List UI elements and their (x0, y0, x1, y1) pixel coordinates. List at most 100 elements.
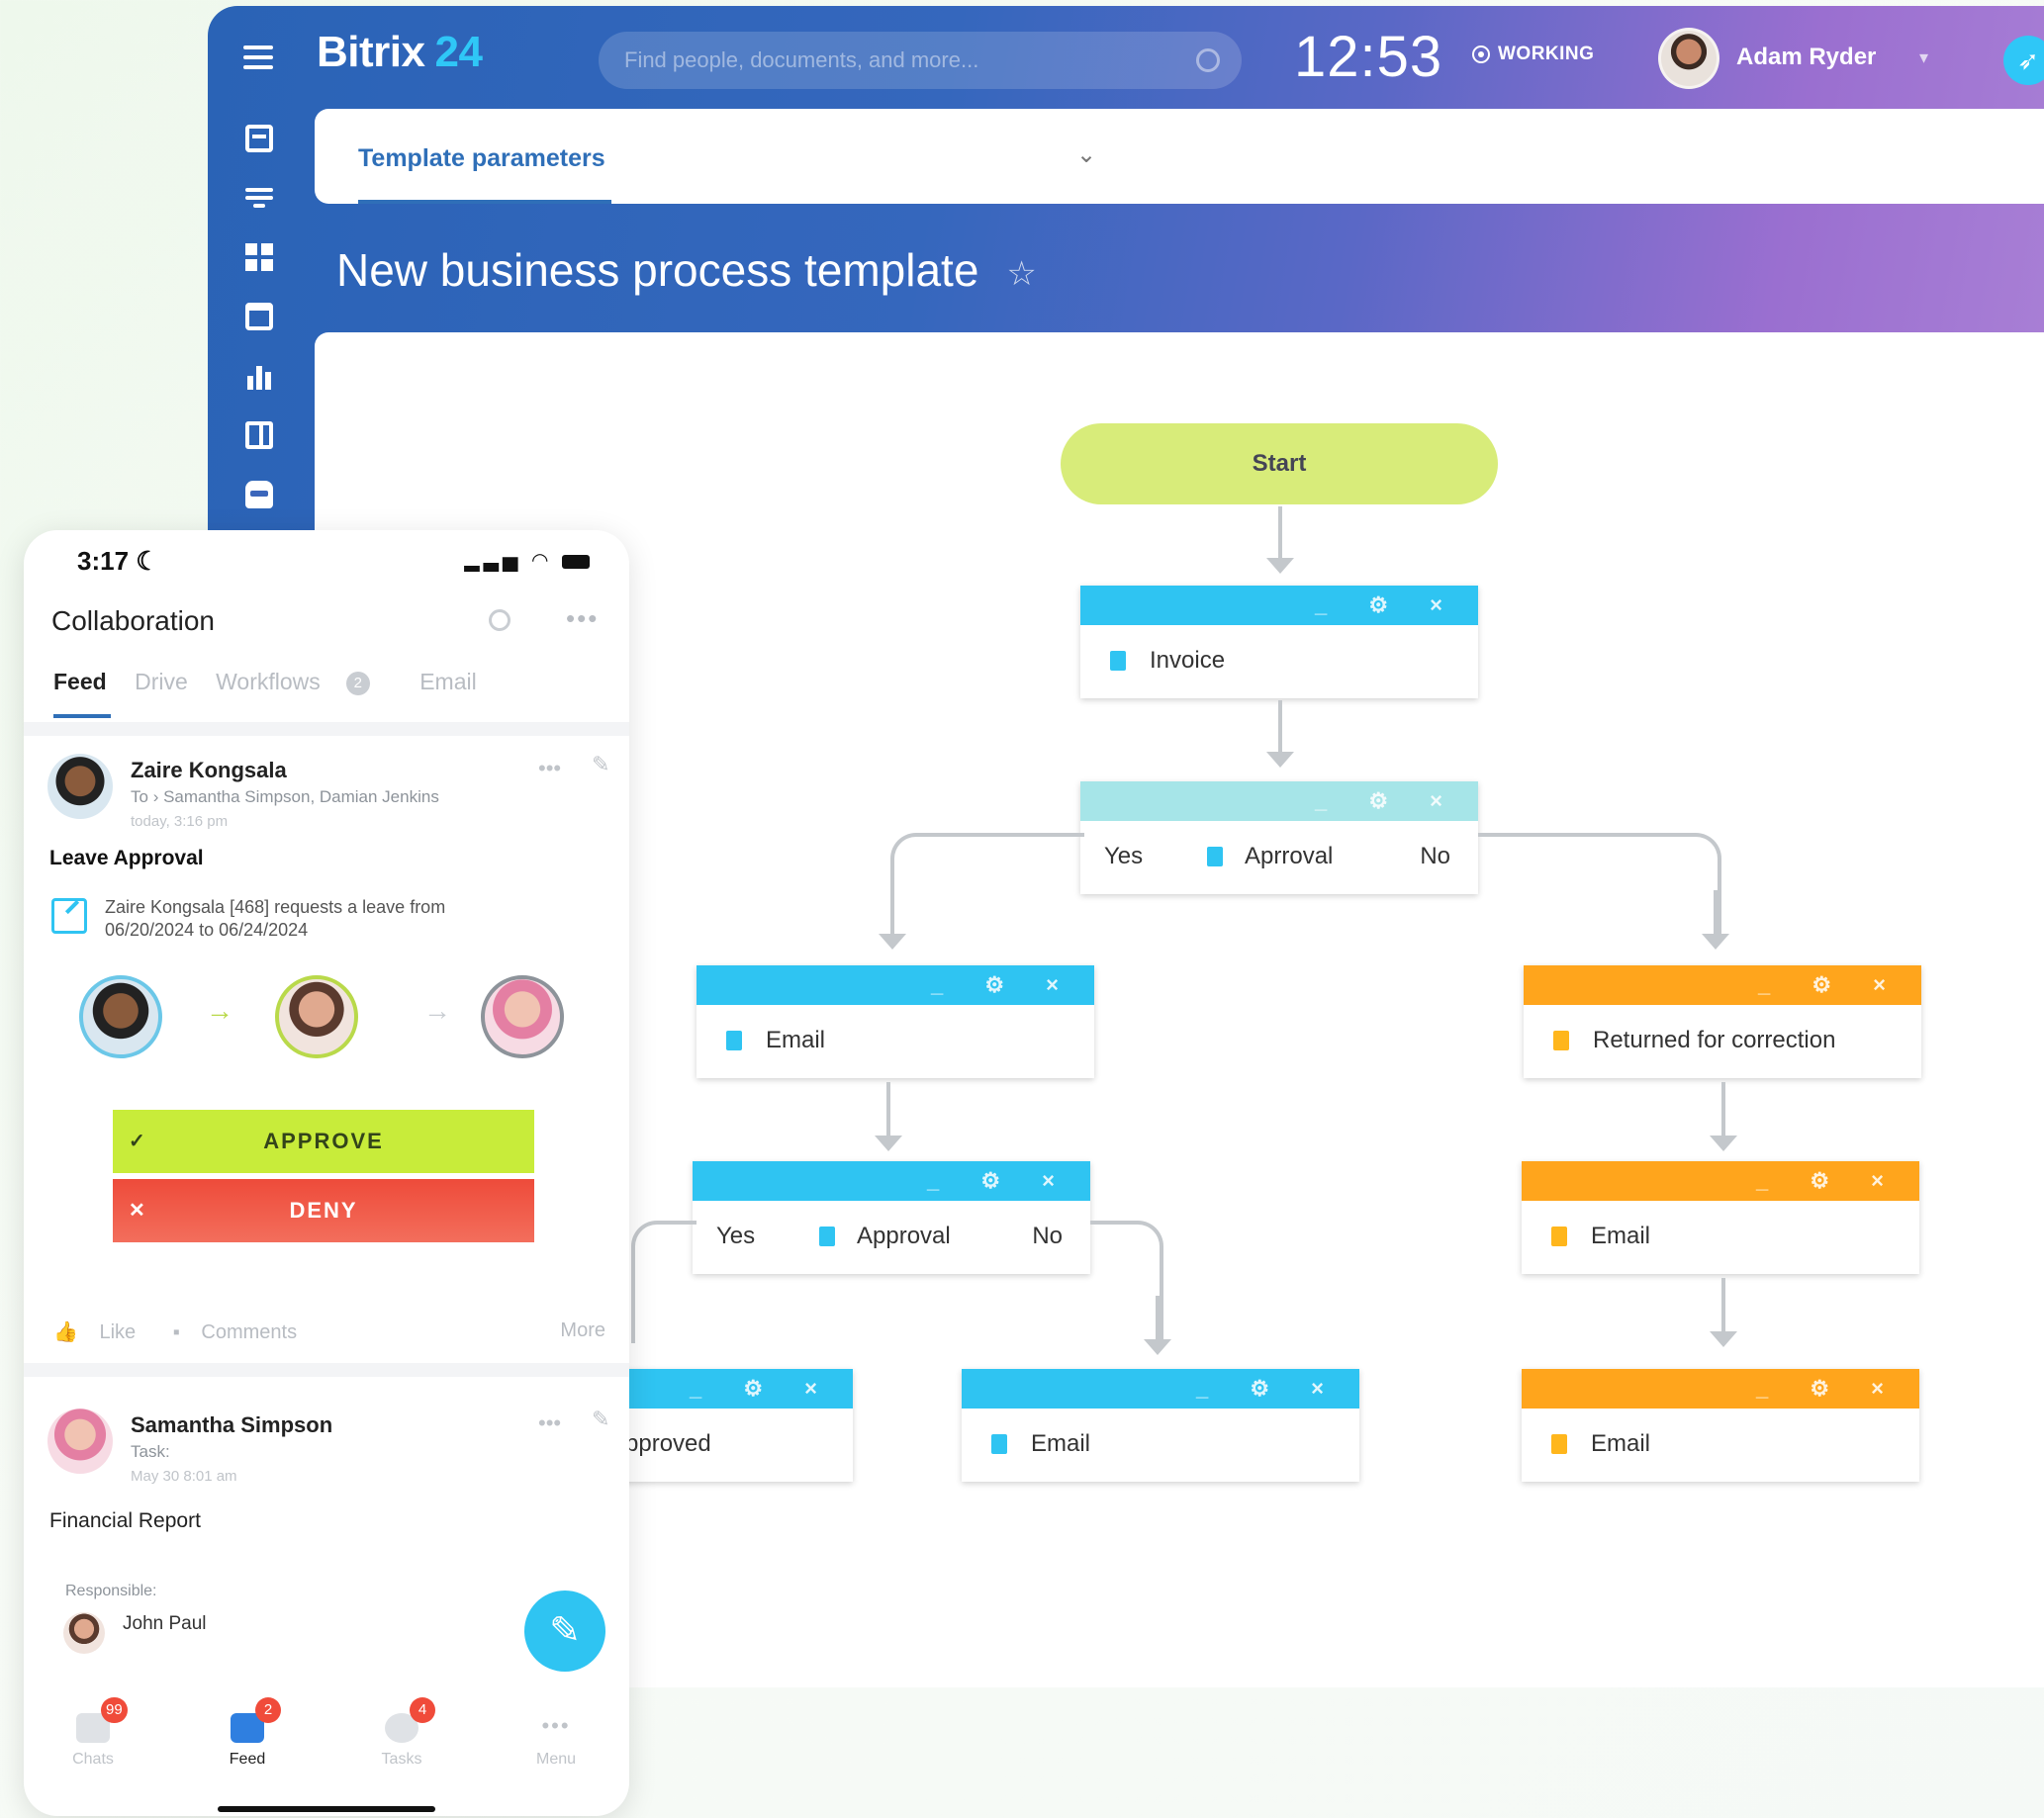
check-icon: ✓ (129, 1131, 147, 1152)
email-block-left[interactable]: _ ⚙ × Email (697, 965, 1094, 1078)
pin-icon[interactable]: ✎ (592, 1407, 609, 1432)
block-controls[interactable]: _ ⚙ × (690, 1376, 835, 1402)
block-label: Returned for correction (1593, 1027, 1836, 1053)
flow-arrow (1144, 1296, 1171, 1355)
signal-icon: ▂▃▅ (464, 550, 522, 572)
nav-chats[interactable]: 99 Chats (44, 1697, 142, 1769)
arrow-right-icon: → (423, 995, 451, 1026)
template-tab-bar: Template parameters ⌄ (315, 109, 2044, 204)
more-icon[interactable]: ••• (566, 603, 599, 634)
block-controls[interactable]: _ ⚙ × (1756, 1376, 1902, 1402)
brand-logo[interactable]: Bitrix 24 (317, 28, 483, 77)
block-label: pproved (625, 1430, 711, 1457)
nav-feed[interactable]: 2 Feed (198, 1697, 297, 1769)
returned-for-correction-block[interactable]: _ ⚙ × Returned for correction (1524, 965, 1921, 1078)
star-icon[interactable]: ☆ (1006, 255, 1036, 293)
tab-underline (358, 200, 611, 204)
block-controls[interactable]: _ ⚙ × (931, 972, 1076, 998)
flow-connector (1478, 833, 1721, 936)
document-icon (819, 1227, 835, 1246)
comment-icon: ▪ (172, 1321, 180, 1343)
block-controls[interactable]: _ ⚙ × (1756, 1168, 1902, 1194)
avatar[interactable] (47, 754, 113, 819)
pin-icon[interactable]: ✎ (592, 752, 609, 777)
tab-template-parameters[interactable]: Template parameters (358, 144, 605, 173)
approver-avatar[interactable] (79, 975, 162, 1058)
divider (24, 722, 629, 736)
avatar[interactable] (63, 1612, 105, 1654)
nav-label: Feed (229, 1751, 266, 1768)
tab-feed[interactable]: Feed (53, 669, 107, 694)
comments-button[interactable]: ▪ Comments (173, 1321, 313, 1343)
robot-icon[interactable] (245, 481, 273, 508)
compose-button[interactable]: ✎ (524, 1591, 605, 1672)
more-button[interactable]: More (560, 1319, 605, 1342)
block-controls[interactable]: _ ⚙ × (1758, 972, 1904, 998)
approval-condition-block-2[interactable]: _ ⚙ × Yes Approval No (693, 1161, 1090, 1274)
block-controls[interactable]: _ ⚙ × (1315, 592, 1460, 618)
nav-menu[interactable]: ••• Menu (507, 1713, 605, 1769)
phone-time: 3:17 ☾ (77, 546, 159, 577)
like-label: Like (99, 1321, 137, 1343)
menu-icon[interactable] (243, 45, 273, 69)
block-controls[interactable]: _ ⚙ × (1196, 1376, 1342, 1402)
post-recipients: To › Samantha Simpson, Damian Jenkins (131, 787, 439, 806)
clock[interactable]: 12:53 (1294, 24, 1442, 90)
recipients-names: Samantha Simpson, Damian Jenkins (163, 787, 439, 806)
flow-arrow (879, 890, 906, 950)
search-input[interactable]: Find people, documents, and more... (599, 32, 1242, 89)
block-controls[interactable]: _ ⚙ × (1315, 788, 1460, 814)
start-node[interactable]: Start (1061, 423, 1498, 504)
like-button[interactable]: 👍 Like (53, 1321, 151, 1343)
email-block-right-2[interactable]: _ ⚙ × Email (1522, 1369, 1919, 1482)
search-icon[interactable] (1196, 48, 1220, 72)
approve-label: APPROVE (263, 1129, 384, 1153)
tab-workflows[interactable]: Workflows 2 (216, 669, 392, 695)
chevron-down-icon[interactable]: ⌄ (1076, 140, 1096, 169)
responsible-name[interactable]: John Paul (123, 1612, 207, 1635)
nav-tasks[interactable]: 4 Tasks (352, 1697, 451, 1769)
brand-number: 24 (434, 28, 483, 76)
post-text-line-1: Zaire Kongsala [468] requests a leave fr… (105, 897, 446, 917)
tab-drive[interactable]: Drive (135, 669, 188, 694)
status-icons: ▂▃▅ ◠ (464, 548, 590, 573)
nav-label: Chats (72, 1751, 114, 1768)
email-block-middle[interactable]: _ ⚙ × Email (962, 1369, 1359, 1482)
approve-button[interactable]: ✓ APPROVE (113, 1110, 534, 1173)
post-author[interactable]: Samantha Simpson (131, 1412, 332, 1438)
post-author[interactable]: Zaire Kongsala (131, 758, 287, 783)
search-placeholder: Find people, documents, and more... (624, 47, 979, 72)
more-icon[interactable]: ••• (538, 756, 561, 781)
tab-email[interactable]: Email (419, 669, 477, 694)
chart-icon[interactable] (245, 362, 273, 390)
flow-connector (1090, 1221, 1163, 1343)
approver-avatar[interactable] (275, 975, 358, 1058)
avatar[interactable] (47, 1409, 113, 1474)
block-header: _ ⚙ × (1080, 781, 1478, 821)
email-block-right[interactable]: _ ⚙ × Email (1522, 1161, 1919, 1274)
recipients-prefix: To (131, 787, 148, 806)
more-icon[interactable]: ••• (538, 1410, 561, 1436)
user-name[interactable]: Adam Ryder (1736, 44, 1876, 71)
app-title: Collaboration (51, 605, 215, 636)
filter-icon[interactable] (245, 184, 273, 212)
approval-condition-block[interactable]: _ ⚙ × Yes Aprroval No (1080, 781, 1478, 894)
block-controls[interactable]: _ ⚙ × (927, 1168, 1072, 1194)
tasks-icon[interactable] (245, 125, 273, 152)
flow-arrow (1266, 506, 1294, 574)
calendar-icon[interactable] (245, 303, 273, 330)
post-text-line-2: 06/20/2024 to 06/24/2024 (105, 920, 309, 940)
work-status[interactable]: WORKING (1472, 44, 1594, 65)
thumbs-up-icon: 👍 (53, 1321, 78, 1343)
top-bar: Bitrix 24 Find people, documents, and mor… (208, 6, 2044, 105)
search-icon[interactable] (489, 609, 511, 631)
grid-icon[interactable] (245, 243, 273, 271)
mobile-app: 3:17 ☾ ▂▃▅ ◠ Collaboration ••• Feed Driv… (24, 530, 629, 1816)
rocket-icon[interactable]: ➶ (2003, 36, 2044, 85)
deny-button[interactable]: ✕ DENY (113, 1179, 534, 1242)
invoice-block[interactable]: _ ⚙ × Invoice (1080, 586, 1478, 698)
chevron-down-icon[interactable]: ▾ (1919, 47, 1928, 68)
avatar[interactable] (1658, 28, 1719, 89)
book-icon[interactable] (245, 421, 273, 449)
approver-avatar[interactable] (481, 975, 564, 1058)
